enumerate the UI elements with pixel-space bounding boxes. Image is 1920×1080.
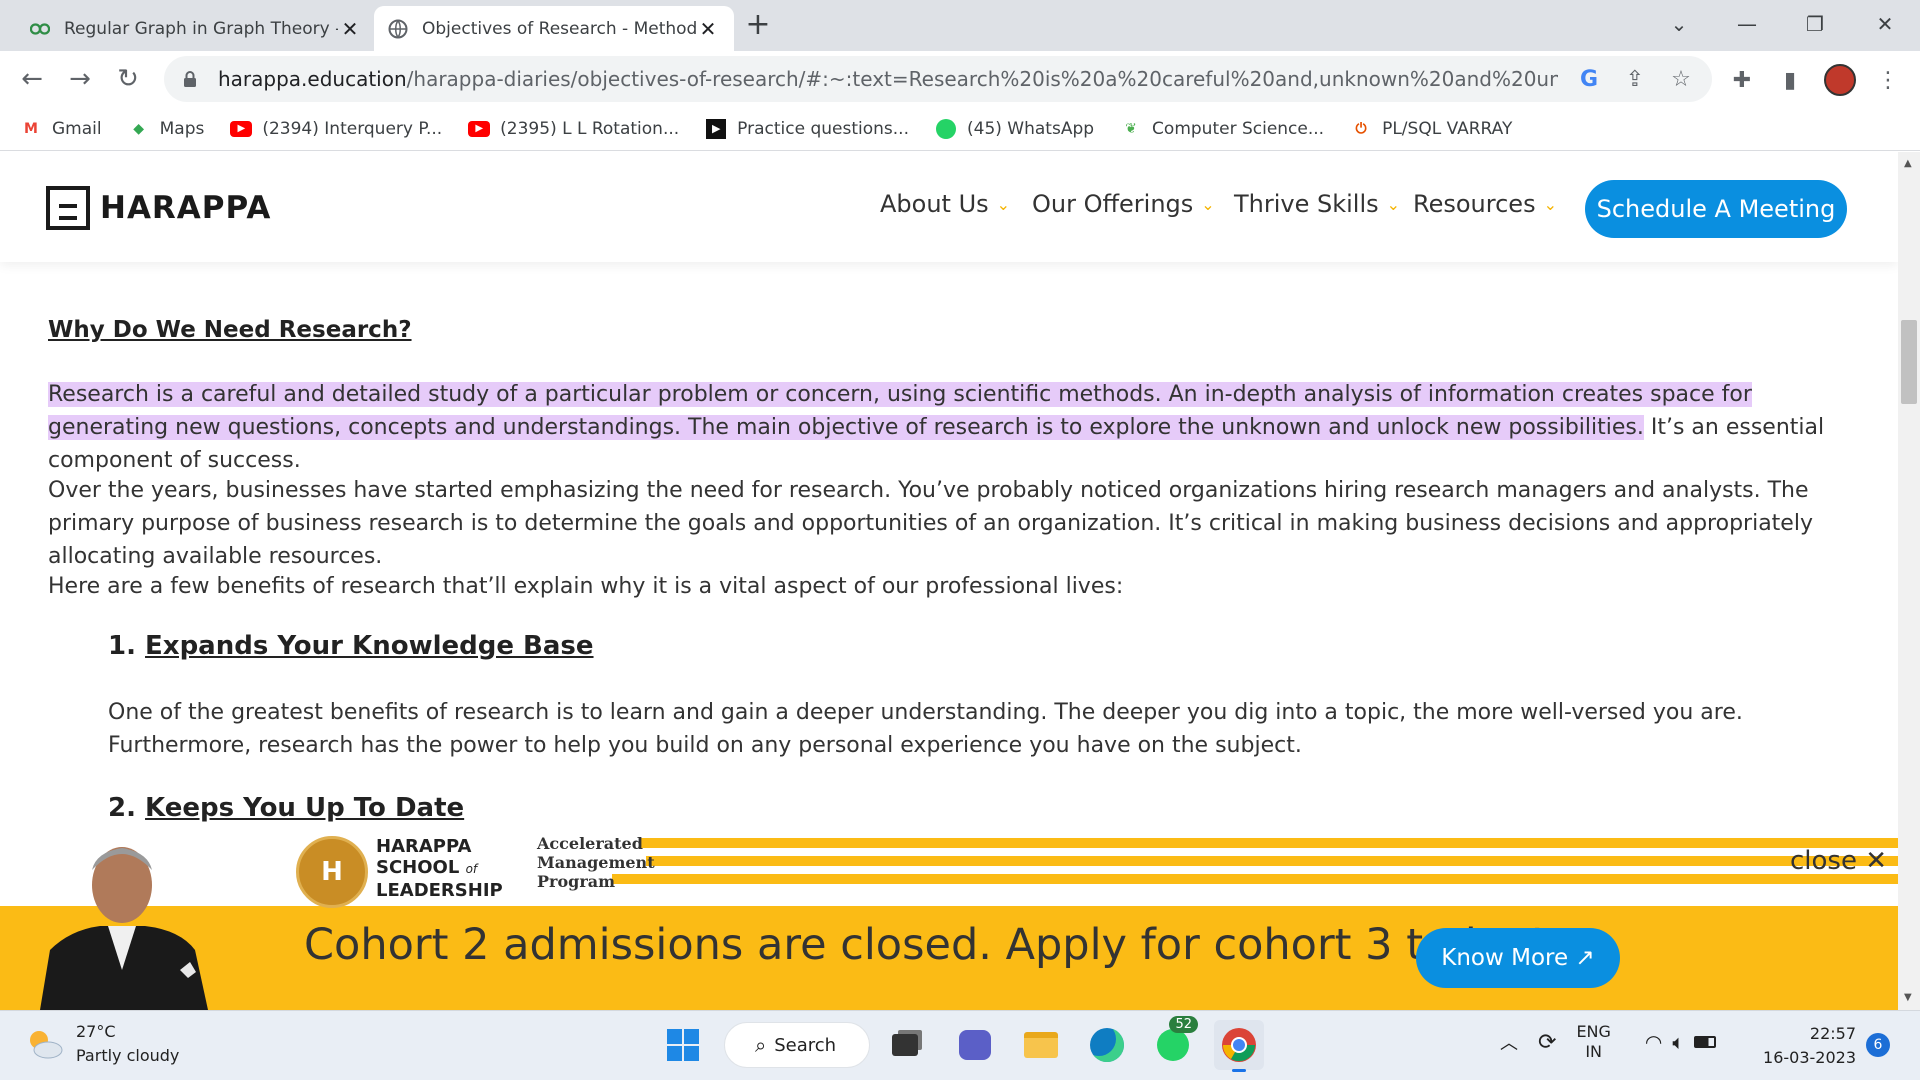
section-heading: Why Do We Need Research? [48,317,412,343]
bookmark-youtube-1[interactable]: ▶ (2394) Interquery P... [230,119,442,139]
address-bar[interactable]: harappa.education/harappa-diaries/object… [164,56,1712,102]
chrome-icon[interactable] [1214,1020,1264,1072]
bookmarks-bar: M Gmail ◆ Maps ▶ (2394) Interquery P... ▶ (2… [0,107,1920,151]
restore-button[interactable]: ❐ [1792,6,1838,42]
power-icon: ⏻ [1355,120,1367,137]
reload-icon[interactable]: ↻ [110,62,146,98]
partly-cloudy-icon [30,1031,63,1059]
file-explorer-icon[interactable] [1016,1020,1066,1070]
benefit-heading-2: 2. Keeps You Up To Date [108,793,465,823]
notification-badge[interactable]: 6 [1866,1033,1890,1057]
url-text: harappa.education/harappa-diaries/object… [218,67,1558,91]
bookmark-whatsapp[interactable]: (45) WhatsApp [935,118,1094,139]
menu-dots-icon[interactable]: ⋮ [1870,62,1906,98]
teams-chat-icon[interactable] [950,1020,1000,1070]
battery-icon[interactable] [1694,1036,1717,1048]
play-icon: ▶ [705,118,727,139]
bookmark-practice[interactable]: ▶ Practice questions... [705,118,909,139]
language-indicator[interactable]: ENG IN [1576,1022,1610,1062]
back-icon[interactable]: ← [14,62,50,98]
tab-objectives-research[interactable]: Objectives of Research - Method ✕ [374,6,734,51]
benefit-text-1: One of the greatest benefits of research… [108,700,1743,758]
tab-strip: Regular Graph in Graph Theory - ✕ Object… [0,0,1920,51]
chevron-up-icon[interactable]: ︿ [1500,1029,1518,1055]
weather-widget[interactable]: 27°C Partly cloudy [24,1020,179,1068]
bookmark-youtube-2[interactable]: ▶ (2395) L L Rotation... [468,119,679,139]
nav-about-us[interactable]: About Us ⌄ [880,190,1010,218]
extensions-icon[interactable]: ✚ [1724,62,1760,98]
close-window-button[interactable]: ✕ [1862,6,1908,42]
gmail-icon: M [24,120,38,137]
maps-icon: ◆ [133,120,144,137]
bookmark-gmail[interactable]: M Gmail [20,119,102,139]
bookmark-star-icon[interactable]: ☆ [1666,64,1696,94]
page-scrollbar[interactable]: ▲ ▼ [1898,152,1920,1010]
chevron-down-icon: ⌄ [1543,194,1557,214]
minimize-button[interactable]: — [1724,6,1770,42]
task-view-icon[interactable] [880,1020,930,1070]
search-icon: ⌕ [755,1033,767,1057]
tab-search-icon[interactable]: ⌄ [1656,6,1702,42]
youtube-icon: ▶ [468,120,491,138]
scroll-down-icon[interactable]: ▼ [1904,992,1912,1003]
wifi-icon[interactable]: ◠ [1645,1030,1662,1054]
scroll-up-icon[interactable]: ▲ [1904,158,1912,169]
forward-icon[interactable]: → [62,62,98,98]
chevron-down-icon: ⌄ [996,194,1011,214]
windows-start-icon[interactable] [658,1020,708,1070]
globe-icon [388,19,408,39]
paragraph-intro: Research is a careful and detailed study… [48,382,1825,473]
bookmark-plsql[interactable]: ⏻ PL/SQL VARRAY [1350,119,1513,139]
gfg-icon [30,19,50,39]
nav-our-offerings[interactable]: Our Offerings ⌄ [1032,190,1215,218]
nav-thrive-skills[interactable]: Thrive Skills ⌄ [1234,190,1400,218]
tab-title: Regular Graph in Graph Theory - [64,18,338,39]
volume-icon[interactable]: 🔈︎ [1672,1030,1684,1054]
founder-photo [40,847,208,1010]
promo-banner: H HARAPPA SCHOOL of LEADERSHIP Accelerat… [0,830,1898,1010]
google-icon[interactable]: G [1574,64,1604,94]
close-tab-icon[interactable]: ✕ [696,17,720,41]
new-tab-button[interactable]: + [740,8,776,44]
benefit-heading-1: 1. Expands Your Knowledge Base [108,631,594,661]
schedule-meeting-button[interactable]: Schedule A Meeting [1585,180,1847,238]
school-of-leadership-logo: HARAPPA SCHOOL of LEADERSHIP [376,836,503,901]
tab-title: Objectives of Research - Method [422,18,696,39]
site-header: HARAPPA About Us ⌄ Our Offerings ⌄ Thrive … [0,152,1898,262]
scrollbar-thumb[interactable] [1901,320,1917,404]
paragraph-benefits: Here are a few benefits of research that… [48,574,1124,599]
system-tray: ︿ ⟳ ENG IN ◠ 🔈︎ [1500,1022,1717,1062]
know-more-button[interactable]: Know More ↗ [1416,928,1620,988]
whatsapp-taskbar-icon[interactable]: 52 [1148,1016,1198,1070]
paragraph-business: Over the years, businesses have started … [48,478,1813,569]
edge-icon[interactable] [1082,1020,1132,1070]
bookmark-computer-science[interactable]: ❦ Computer Science... [1120,119,1324,139]
tab-graph-theory[interactable]: Regular Graph in Graph Theory - ✕ [16,6,376,51]
whatsapp-badge: 52 [1169,1016,1198,1033]
bookmark-maps[interactable]: ◆ Maps [128,119,204,139]
sync-icon[interactable]: ⟳ [1538,1030,1556,1055]
close-tab-icon[interactable]: ✕ [338,17,362,41]
nav-resources[interactable]: Resources ⌄ [1413,190,1557,218]
share-icon[interactable]: ⇪ [1620,64,1650,94]
chevron-down-icon: ⌄ [1201,194,1215,214]
youtube-icon: ▶ [230,120,253,138]
harappa-logo[interactable]: HARAPPA [46,186,271,230]
highlighted-text: Research is a careful and detailed study… [48,382,1752,440]
lock-icon [184,71,196,87]
harappa-logo-icon [46,186,90,230]
taskbar-search[interactable]: ⌕ Search [724,1022,870,1068]
profile-avatar[interactable] [1822,62,1858,98]
banner-headline: Cohort 2 admissions are closed. Apply fo… [304,920,1546,970]
program-title: Accelerated Management Program [537,834,655,891]
web-page: HARAPPA About Us ⌄ Our Offerings ⌄ Thrive … [0,152,1898,1010]
whatsapp-icon [935,118,957,139]
chevron-down-icon: ⌄ [1386,194,1401,214]
side-panel-icon[interactable]: ▮ [1772,62,1808,98]
harappa-seal-icon: H [296,836,368,908]
close-banner-button[interactable]: close ✕ [1790,846,1887,876]
clock[interactable]: 22:57 16-03-2023 [1760,1022,1856,1070]
leaf-icon: ❦ [1125,120,1137,137]
